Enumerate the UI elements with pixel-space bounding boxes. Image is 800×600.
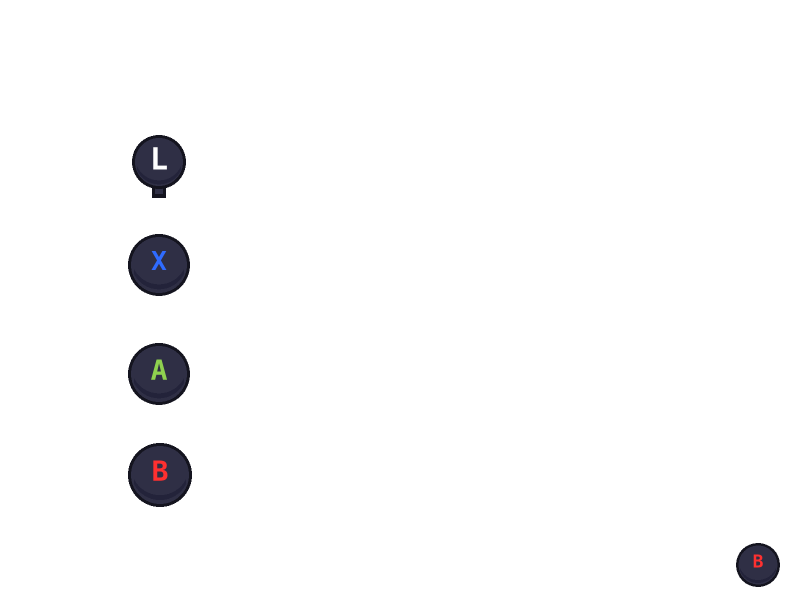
face-button-x-icon: X — [127, 233, 191, 297]
button-b-label: B — [152, 455, 169, 488]
face-button-a-icon: A — [127, 342, 191, 406]
button-x-label: X — [151, 247, 167, 277]
shoulder-button-l-icon: L — [130, 134, 188, 200]
face-button-b-small-icon: B — [735, 542, 781, 588]
face-button-b-icon: B — [127, 442, 193, 508]
button-prompt-sheet: L X A B B — [0, 0, 800, 600]
button-l-label: L — [150, 143, 168, 178]
button-b-small-label: B — [753, 552, 764, 573]
button-a-label: A — [151, 354, 168, 387]
